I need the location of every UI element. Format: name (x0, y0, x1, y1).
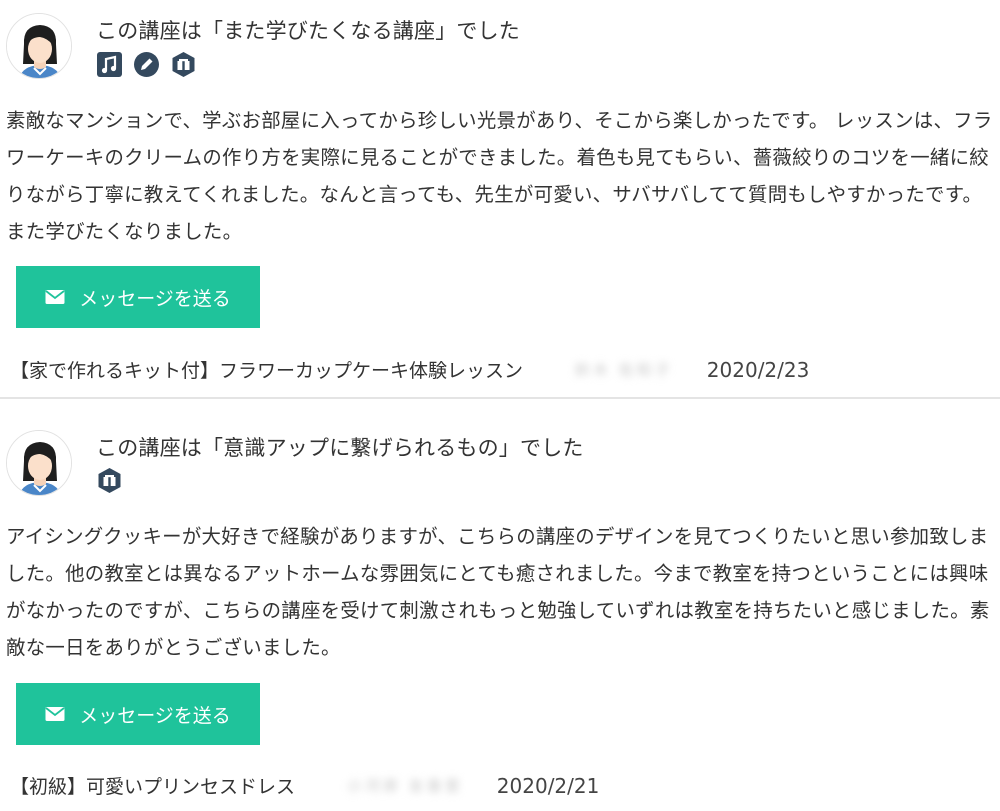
reviewer-name: 鈴木 佐和子 (575, 361, 673, 379)
avatar-woman-icon (6, 13, 72, 79)
send-message-label: メッセージを送る (79, 704, 231, 727)
send-message-label: メッセージを送る (79, 287, 231, 310)
gift-box-icon (170, 51, 197, 78)
review-headline: この講座は「また学びたくなる講座」でした (96, 19, 520, 43)
review-headline: この講座は「意識アップに繋げられるもの」でした (96, 436, 584, 460)
mail-icon (45, 706, 65, 722)
review-body: 素敵なマンションで、学ぶお部屋に入ってから珍しい光景があり、そこから楽しかったで… (6, 109, 993, 243)
review-footer: 【家で作れるキット付】フラワーカップケーキ体験レッスン 鈴木 佐和子 2020/… (10, 356, 809, 383)
avatar-woman-icon (6, 430, 72, 496)
review-card: この講座は「意識アップに繋げられるもの」でした アイシングクッキーが大好きで経験… (0, 399, 1000, 811)
course-title-link[interactable]: 【初級】可愛いプリンセスドレス (10, 772, 295, 799)
course-title-link[interactable]: 【家で作れるキット付】フラワーカップケーキ体験レッスン (10, 356, 523, 383)
gift-box-icon (96, 467, 123, 494)
send-message-button[interactable]: メッセージを送る (16, 266, 260, 328)
badge-list (96, 51, 197, 78)
review-date: 2020/2/21 (496, 773, 600, 798)
music-note-icon (96, 51, 123, 78)
review-body: アイシングクッキーが大好きで経験がありますが、こちらの講座のデザインを見てつくり… (6, 525, 990, 659)
send-message-button[interactable]: メッセージを送る (16, 683, 260, 745)
review-card: この講座は「また学びたくなる講座」でした 素敵なマンションで、学ぶお部屋に入って… (0, 0, 1000, 398)
review-footer: 【初級】可愛いプリンセスドレス 小河原 友香里 2020/2/21 (10, 772, 599, 799)
pencil-icon (133, 51, 160, 78)
mail-icon (45, 289, 65, 305)
review-date: 2020/2/23 (706, 357, 810, 382)
reviewer-name: 小河原 友香里 (347, 777, 463, 795)
badge-list (96, 467, 123, 494)
